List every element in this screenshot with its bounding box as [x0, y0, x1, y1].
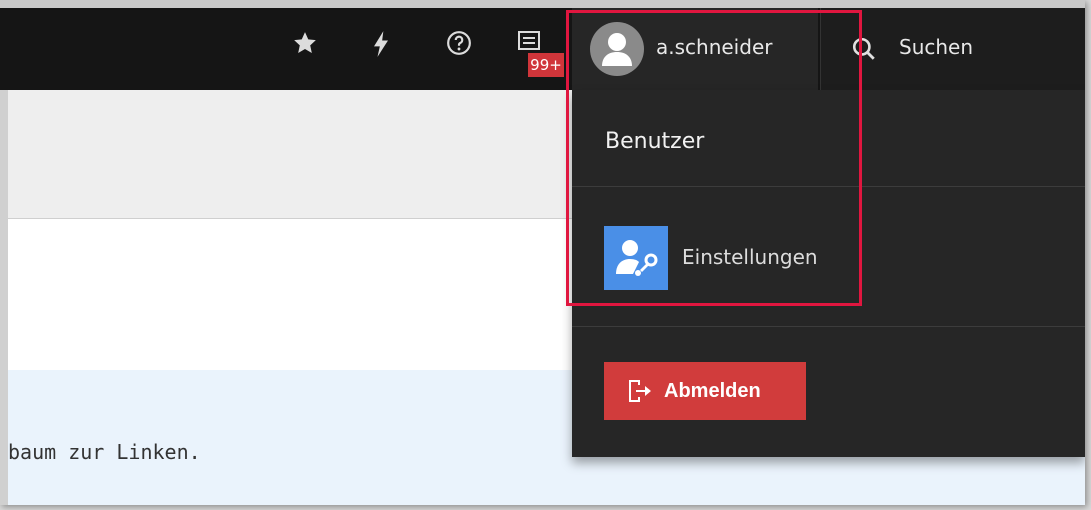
help-icon-glyph — [447, 31, 471, 55]
search-label: Suchen — [899, 35, 974, 59]
logout-icon-glyph — [629, 380, 651, 402]
notification-count-badge: 99+ — [528, 53, 564, 77]
logout-button[interactable]: Abmelden — [604, 362, 806, 420]
menu-divider — [572, 326, 1085, 327]
notifications-icon-glyph — [518, 31, 540, 50]
top-edge-strip — [0, 0, 1085, 8]
search-icon — [852, 37, 875, 60]
settings-menu-item[interactable]: Einstellungen — [604, 226, 864, 290]
app-window: 99+ a.schneider Suchen baum zur Linken. … — [0, 0, 1085, 505]
star-icon[interactable] — [292, 30, 318, 58]
left-panel-edge — [0, 90, 8, 505]
user-settings-icon — [604, 226, 668, 290]
user-menu-button[interactable]: a.schneider — [572, 8, 818, 90]
top-navigation-bar: 99+ a.schneider Suchen — [0, 0, 1085, 90]
avatar — [590, 22, 644, 76]
search-button[interactable]: Suchen — [820, 8, 1085, 90]
logout-icon — [626, 378, 654, 404]
user-menu-header: Benutzer — [605, 129, 705, 154]
info-hint-text: baum zur Linken. — [8, 440, 201, 464]
star-icon-glyph — [294, 32, 316, 53]
help-icon[interactable] — [446, 30, 472, 58]
lightning-icon[interactable] — [368, 30, 394, 58]
logout-label: Abmelden — [664, 380, 761, 402]
user-settings-icon-glyph — [616, 240, 658, 276]
lightning-icon-glyph — [374, 31, 388, 57]
user-dropdown-menu: Benutzer Einstellungen Abmelden — [572, 90, 1085, 457]
username-label: a.schneider — [656, 35, 773, 59]
user-silhouette-icon — [602, 33, 632, 66]
settings-menu-label: Einstellungen — [682, 245, 818, 269]
menu-divider — [572, 186, 1085, 187]
